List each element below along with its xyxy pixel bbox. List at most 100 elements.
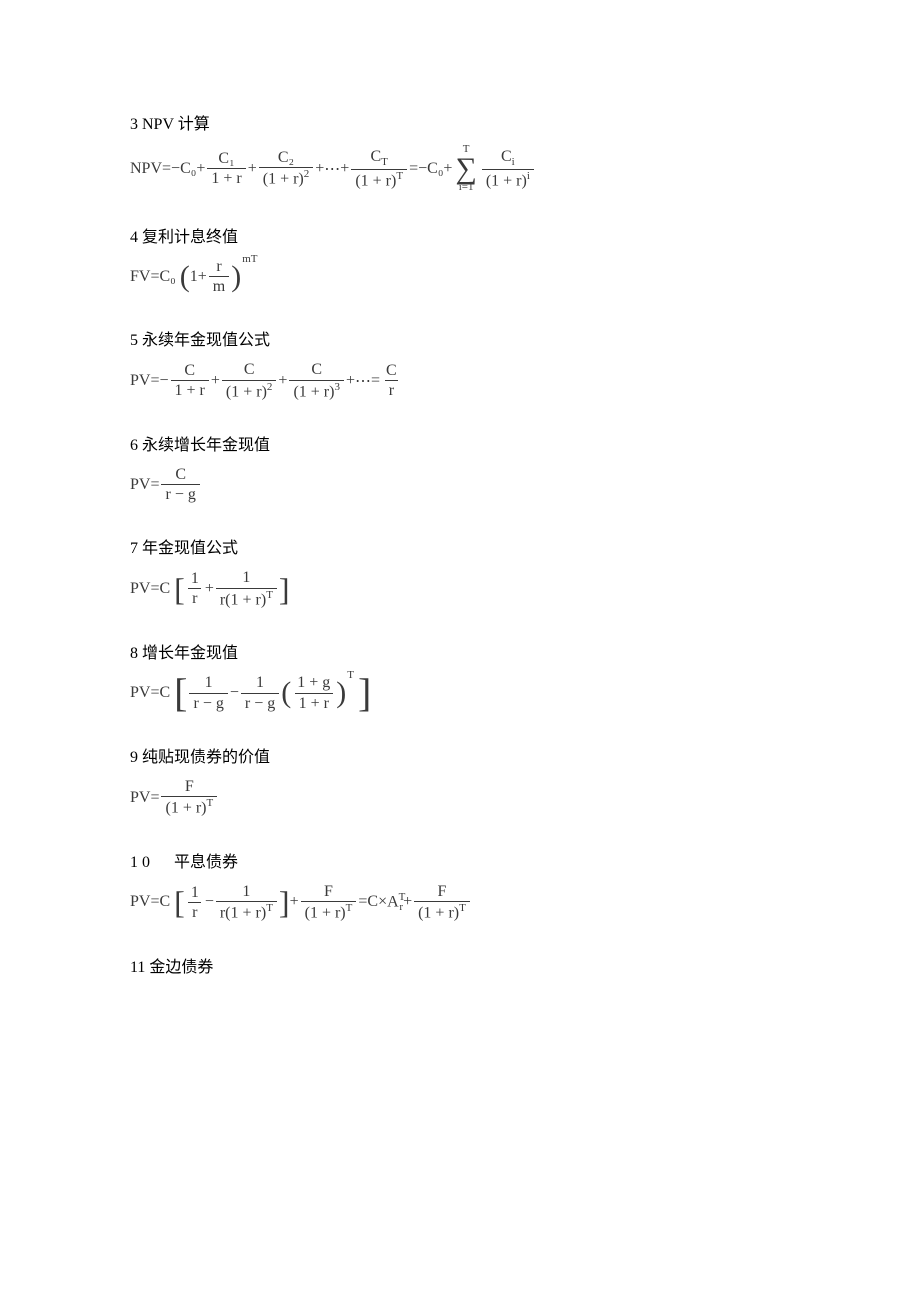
left-paren: ( [180,262,190,292]
label-pv: PV [130,580,150,598]
minus-sign: − [230,684,239,702]
section-4: 4 复利计息终值 FV = C₀ ( 1 + r m ) [130,223,790,296]
num: 1 [238,568,254,587]
num: CT [367,147,392,169]
paren-power: ( 1 + g 1 + r ) T [281,673,354,712]
formula-annuity: PV = C [ 1 r + 1 r(1 + r)T ] [130,568,790,609]
den: r − g [241,693,279,713]
frac-1r: 1 r [187,569,203,608]
den: (1 + r)T [301,901,357,923]
section-11: 11 金边债券 [130,953,790,977]
num: 1 [187,883,203,902]
formula-growing-perp: PV = C r − g [130,465,790,504]
label-pv: PV [130,893,150,911]
den: (1 + r)T [351,169,407,191]
right-paren: ) [336,678,346,708]
eq-sign: = [162,160,171,178]
formula-level-coupon: PV = C [ 1 r − 1 r(1 + r)T ] + F (1 + [130,882,790,923]
den: r [188,902,201,922]
frac-1: C 1 + r [171,361,209,400]
plus-sign: + [340,160,349,178]
right-paren: ) [231,262,241,292]
num: 1 [187,569,203,588]
num: 1 [201,673,217,692]
left-bracket: [ [174,673,187,713]
dots: ⋯ [324,159,340,179]
section-8: 8 增长年金现值 PV = C [ 1 r − g − 1 r − g ( [130,639,790,713]
num: C [240,360,259,379]
term-c0: C₀ [427,160,443,178]
frac-rm: r m [209,257,229,296]
right-bracket: ] [279,573,290,605]
heading-7: 7 年金现值公式 [130,534,790,558]
sum-lower: i=1 [459,182,474,193]
den: (1 + r)2 [259,167,314,189]
coef-c: C [159,580,170,598]
neg-sign: − [418,160,427,178]
plus-sign: + [278,372,287,390]
minus-sign: − [205,893,214,911]
frac-f: F (1 + r)T [161,777,217,818]
label-npv: NPV [130,160,162,178]
left-paren: ( [281,678,291,708]
heading-10: 1 0 平息债券 [130,848,790,872]
num: 1 [252,673,268,692]
section-9: 9 纯贴现债券的价值 PV = F (1 + r)T [130,743,790,818]
eq-sign: = [150,372,159,390]
frac-ct: CT (1 + r)T [351,147,407,191]
plus-sign: + [346,372,355,390]
label-pv: PV [130,789,150,807]
num: F [434,882,451,901]
den: (1 + r)T [161,796,217,818]
frac-f2: F (1 + r)T [414,882,470,923]
heading-9: 9 纯贴现债券的价值 [130,743,790,767]
frac-c2: C₂ (1 + r)2 [259,148,314,189]
document-page: 3 NPV 计算 NPV = − C₀ + C₁ 1 + r + C₂ (1 +… [0,0,920,1067]
frac-1rrt: 1 r(1 + r)T [216,882,277,923]
frac-ci: Ci (1 + r)i [482,147,534,191]
term-c0: C₀ [159,268,175,286]
neg-sign: − [171,160,180,178]
den: (1 + r)i [482,169,534,191]
den: (1 + r)T [414,901,470,923]
frac-2: 1 r − g [241,673,279,712]
plus-sign: + [196,160,205,178]
dots: ⋯ [355,371,371,391]
plus-sign: + [198,268,207,286]
heading-5: 5 永续年金现值公式 [130,326,790,350]
coef-c: C [159,893,170,911]
den: 1 + r [171,380,209,400]
heading-8: 8 增长年金现值 [130,639,790,663]
num: C₂ [274,148,298,167]
num: r [212,257,225,276]
num: C [382,361,401,380]
den: r [385,380,398,400]
frac-3: C (1 + r)3 [289,360,344,401]
den: 1 + r [207,168,245,188]
den: r − g [189,693,227,713]
eq-sign: = [150,684,159,702]
left-bracket: [ [174,573,185,605]
num: C₁ [214,149,238,168]
num: F [320,882,337,901]
num: 1 [238,882,254,901]
neg-sign: − [159,372,168,390]
term-c0: C₀ [180,160,196,178]
summation: T ∑ i=1 [455,144,476,193]
den: 1 + r [295,693,333,713]
frac-1: 1 r − g [189,673,227,712]
num: C [307,360,326,379]
eq-sign: = [150,476,159,494]
num: 1 + g [293,673,334,692]
plus-sign: + [290,893,299,911]
label-pv: PV [130,684,150,702]
exponent-mt: mT [242,253,257,265]
frac-result: C r [382,361,401,400]
frac-inner: 1 + g 1 + r [293,673,334,712]
section-7: 7 年金现值公式 PV = C [ 1 r + 1 r(1 + r)T ] [130,534,790,609]
right-bracket: ] [358,673,371,713]
plus-sign: + [205,580,214,598]
annuity-factor: ATr [387,891,403,914]
den: (1 + r)2 [222,380,277,402]
den: r − g [161,484,199,504]
